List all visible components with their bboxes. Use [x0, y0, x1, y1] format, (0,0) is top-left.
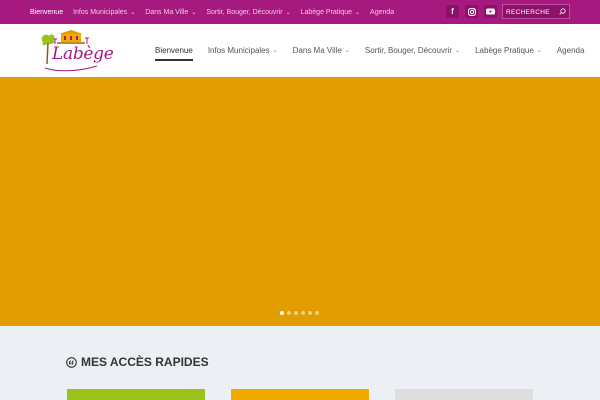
topnav-item-agenda[interactable]: Agenda — [370, 9, 394, 16]
topnav-label: Agenda — [370, 8, 395, 16]
search-box[interactable] — [502, 4, 570, 19]
chevron-down-icon: ⌄ — [355, 9, 361, 16]
youtube-glyph — [486, 8, 495, 15]
top-bar: Bienvenue Infos Municipales ⌄ Dans Ma Vil… — [0, 0, 600, 24]
nav-item-bienvenue[interactable]: Bienvenue — [155, 24, 193, 77]
topnav-item-sortir[interactable]: Sortir, Bouger, Découvrir ⌄ — [206, 9, 290, 16]
chevron-down-icon: ⌄ — [285, 9, 291, 16]
topnav-label: Sortir, Bouger, Découvrir — [206, 8, 283, 16]
topnav-label: Bienvenue — [30, 8, 64, 16]
nav-label: Sortir, Bouger, Découvrir — [364, 46, 453, 55]
slider-dot[interactable] — [287, 311, 291, 315]
topnav-label: Labège Pratique — [300, 8, 352, 16]
nav-item-infos-municipales[interactable]: Infos Municipales ⌄ — [208, 24, 278, 77]
chevron-down-icon: ⌄ — [344, 48, 350, 54]
nav-label: Labège Pratique — [475, 46, 534, 55]
quick-access-section: MES ACCÈS RAPIDES — [0, 326, 600, 400]
main-nav: Bienvenue Infos Municipales ⌄ Dans Ma Vil… — [155, 24, 584, 77]
nav-item-agenda[interactable]: Agenda — [557, 24, 585, 77]
facebook-glyph: f — [451, 7, 454, 16]
slider-dot[interactable] — [308, 311, 312, 315]
instagram-glyph — [467, 7, 476, 16]
chevron-down-icon: ⌄ — [191, 9, 197, 16]
quick-access-tile[interactable] — [395, 389, 533, 400]
topnav-label: Infos Municipales — [73, 8, 128, 16]
chevron-down-icon: ⌄ — [536, 48, 542, 54]
top-nav: Bienvenue Infos Municipales ⌄ Dans Ma Vil… — [30, 0, 404, 24]
slider-pagination — [280, 311, 322, 315]
youtube-icon[interactable] — [484, 5, 497, 18]
chevron-down-icon: ⌄ — [455, 48, 461, 54]
facebook-icon[interactable]: f — [446, 5, 459, 18]
site-header: Labège Bienvenue Infos Municipales ⌄ Dans… — [0, 24, 600, 77]
topnav-item-labege-pratique[interactable]: Labège Pratique ⌄ — [301, 9, 360, 16]
slider-dot[interactable] — [301, 311, 305, 315]
instagram-icon[interactable] — [465, 5, 478, 18]
nav-item-sortir[interactable]: Sortir, Bouger, Découvrir ⌄ — [365, 24, 460, 77]
slider-dot[interactable] — [280, 311, 284, 315]
slider-dot[interactable] — [294, 311, 298, 315]
quick-access-tile[interactable] — [67, 389, 205, 400]
topnav-item-dans-ma-ville[interactable]: Dans Ma Ville ⌄ — [145, 9, 196, 16]
quick-access-title: MES ACCÈS RAPIDES — [81, 355, 209, 369]
site-logo[interactable]: Labège — [37, 28, 114, 73]
nav-item-labege-pratique[interactable]: Labège Pratique ⌄ — [475, 24, 542, 77]
quote-icon — [66, 356, 77, 368]
chevron-down-icon: ⌄ — [130, 9, 136, 16]
logo-text: Labège — [52, 44, 114, 64]
quick-access-heading: MES ACCÈS RAPIDES — [66, 355, 209, 369]
nav-label: Dans Ma Ville — [292, 46, 342, 55]
topnav-label: Dans Ma Ville — [145, 8, 189, 16]
nav-label: Infos Municipales — [207, 46, 270, 55]
nav-item-dans-ma-ville[interactable]: Dans Ma Ville ⌄ — [293, 24, 350, 77]
topnav-item-bienvenue[interactable]: Bienvenue — [30, 9, 63, 16]
nav-label: Agenda — [556, 46, 585, 55]
search-input[interactable] — [506, 7, 556, 17]
chevron-down-icon: ⌄ — [272, 48, 278, 54]
topnav-item-infos-municipales[interactable]: Infos Municipales ⌄ — [73, 9, 135, 16]
slider-dot[interactable] — [315, 311, 319, 315]
search-icon[interactable] — [559, 8, 566, 15]
hero-slider[interactable] — [0, 77, 600, 326]
nav-label: Bienvenue — [155, 46, 193, 55]
quick-access-tile[interactable] — [231, 389, 369, 400]
